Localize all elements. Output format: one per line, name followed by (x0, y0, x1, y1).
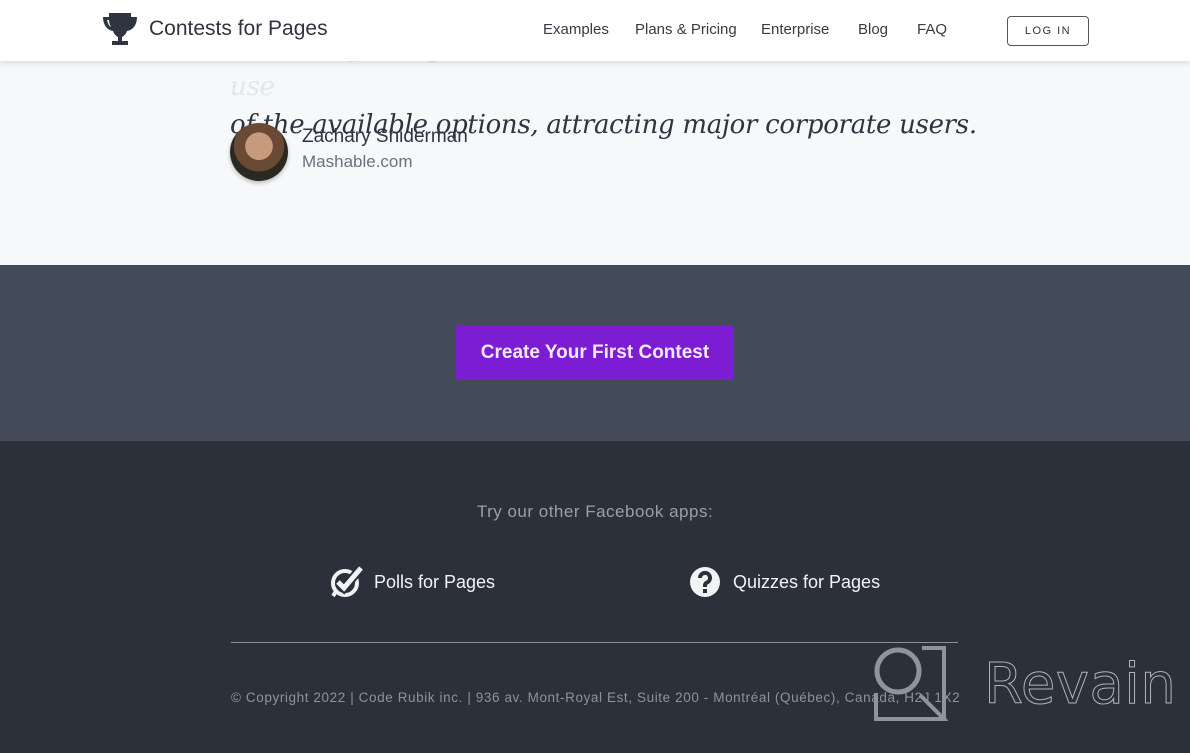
check-bubble-icon (331, 566, 363, 598)
app-label: Quizzes for Pages (733, 571, 881, 592)
login-button[interactable]: LOG IN (1007, 16, 1089, 46)
footer-divider (231, 642, 958, 643)
revain-watermark: Revain (872, 645, 1176, 723)
other-apps-label: Try our other Facebook apps: (476, 502, 714, 521)
copyright-text: © Copyright 2022 | Code Rubik inc. | 936… (231, 690, 961, 705)
nav-examples[interactable]: Examples (543, 21, 609, 38)
revain-text: Revain (983, 651, 1177, 717)
author-avatar (230, 123, 288, 181)
quizzes-for-pages-link[interactable]: Quizzes for Pages (688, 566, 880, 598)
question-circle-icon (690, 567, 720, 597)
site-header: Contests for Pages Examples Plans & Pric… (0, 0, 1190, 61)
app-label: Polls for Pages (374, 571, 496, 592)
nav-enterprise[interactable]: Enterprise (761, 21, 829, 38)
polls-for-pages-link[interactable]: Polls for Pages (329, 566, 495, 598)
nav-faq[interactable]: FAQ (917, 21, 947, 38)
create-contest-button[interactable]: Create Your First Contest (456, 325, 734, 380)
nav-blog[interactable]: Blog (858, 21, 888, 38)
author-site: Mashable.com (302, 152, 413, 171)
trophy-icon (103, 13, 137, 45)
logo[interactable]: Contests for Pages (100, 11, 328, 47)
nav-plans-pricing[interactable]: Plans & Pricing (635, 21, 737, 38)
testimonial-author: Zachary Sniderman Mashable.com (230, 123, 468, 181)
logo-text: Contests for Pages (149, 17, 328, 40)
author-name: Zachary Sniderman (302, 126, 468, 147)
revain-logo-icon (874, 646, 948, 721)
